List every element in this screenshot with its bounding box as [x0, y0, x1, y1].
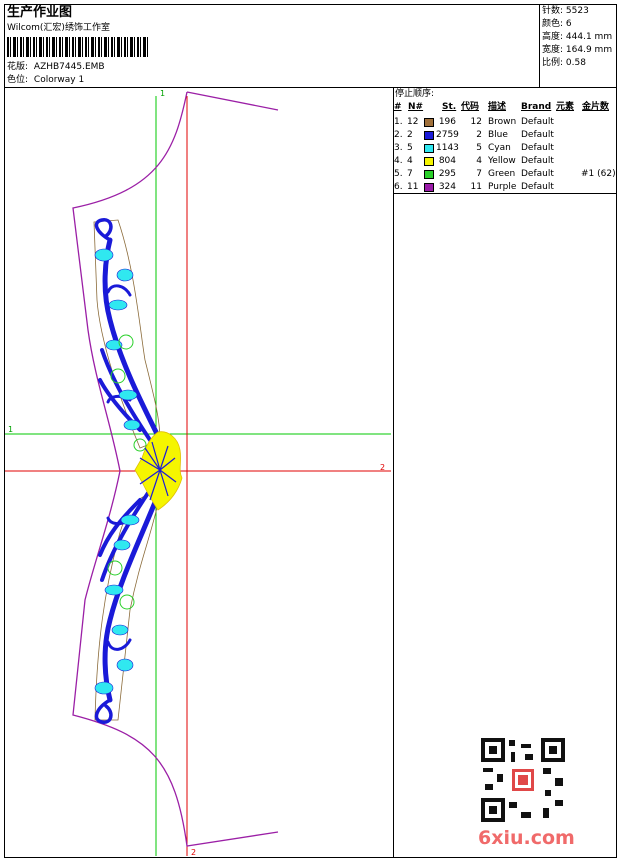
row-index: 4. [394, 156, 403, 166]
stat-value: 0.58 [565, 58, 586, 68]
row-sequins: #1 (62) [581, 169, 616, 179]
design-drawing: 1 1 2 2 [5, 89, 391, 857]
row-code: 12 [470, 117, 482, 127]
row-description: Green [488, 169, 516, 179]
stat-label: 针数: [542, 6, 564, 16]
col-element: 元素 [556, 102, 575, 112]
axis-label-h1: 1 [8, 425, 13, 434]
row-description: Purple [488, 182, 517, 192]
row-needle: 2 [407, 130, 413, 140]
row-index: 2. [394, 130, 403, 140]
row-description: Brown [488, 117, 517, 127]
row-index: 3. [394, 143, 403, 153]
col-sequins: 金片数 [582, 102, 610, 112]
row-stitches: 2759 [436, 130, 459, 140]
row-code: 2 [476, 130, 482, 140]
row-index: 1. [394, 117, 403, 127]
col-index: # [394, 102, 402, 112]
stat-label: 比例: [542, 58, 564, 68]
stop-sequence-heading: 停止顺序: [395, 89, 435, 99]
row-stitches: 295 [438, 169, 456, 179]
row-brand: Default [521, 130, 554, 140]
stat-colors: 颜色: 6 [542, 19, 572, 30]
row-index: 6. [394, 182, 403, 192]
design-line: 花版: AZHB7445.EMB [7, 62, 105, 73]
row-needle: 12 [407, 117, 419, 127]
color-swatch [424, 144, 434, 153]
color-swatch [424, 118, 434, 127]
row-needle: 11 [407, 182, 419, 192]
row-description: Yellow [488, 156, 516, 166]
row-code: 11 [470, 182, 482, 192]
row-description: Blue [488, 130, 508, 140]
row-needle: 7 [407, 169, 413, 179]
page-title: 生产作业图 [7, 5, 73, 20]
axis-label-v2: 2 [191, 848, 196, 857]
color-swatch [424, 157, 434, 166]
row-index: 5. [394, 169, 403, 179]
stat-label: 宽度: [542, 45, 564, 55]
row-brand: Default [521, 117, 554, 127]
stat-label: 颜色: [542, 19, 564, 29]
row-brand: Default [521, 143, 554, 153]
qr-code [481, 738, 565, 822]
company-name: Wilcom(汇宏)绣饰工作室 [7, 23, 110, 33]
col-code: 代码 [461, 102, 480, 112]
watermark-6xiu: 6xiu.com [478, 827, 575, 849]
stat-value: 164.9 mm [565, 45, 613, 55]
col-brand: Brand [521, 102, 552, 112]
row-brand: Default [521, 182, 554, 192]
col-needle: N# [408, 102, 424, 112]
design-label: 花版: [7, 62, 29, 72]
stat-stitches: 针数: 5523 [542, 6, 589, 17]
colorway-value: Colorway 1 [33, 75, 85, 85]
stat-scale: 比例: 0.58 [542, 58, 586, 69]
col-stitches: St. [442, 102, 457, 112]
design-file: AZHB7445.EMB [33, 62, 105, 72]
color-swatch [424, 131, 434, 140]
stat-width: 宽度: 164.9 mm [542, 45, 612, 56]
row-needle: 5 [407, 143, 413, 153]
stat-label: 高度: [542, 32, 564, 42]
row-stitches: 804 [438, 156, 456, 166]
row-code: 4 [476, 156, 482, 166]
barcode [7, 37, 150, 57]
row-needle: 4 [407, 156, 413, 166]
stat-height: 高度: 444.1 mm [542, 32, 612, 43]
col-description: 描述 [488, 102, 507, 112]
stat-value: 5523 [565, 6, 589, 16]
row-description: Cyan [488, 143, 511, 153]
row-stitches: 324 [438, 182, 456, 192]
row-code: 7 [476, 169, 482, 179]
axis-label-v1: 1 [160, 89, 165, 98]
colorway-line: 色位: Colorway 1 [7, 75, 84, 86]
stat-value: 6 [565, 19, 572, 29]
row-code: 5 [476, 143, 482, 153]
color-swatch [424, 170, 434, 179]
color-swatch [424, 183, 434, 192]
row-stitches: 1143 [436, 143, 459, 153]
axis-label-h2: 2 [380, 463, 385, 472]
colorway-label: 色位: [7, 75, 29, 85]
row-brand: Default [521, 156, 554, 166]
row-brand: Default [521, 169, 554, 179]
stat-value: 444.1 mm [565, 32, 613, 42]
row-stitches: 196 [438, 117, 456, 127]
